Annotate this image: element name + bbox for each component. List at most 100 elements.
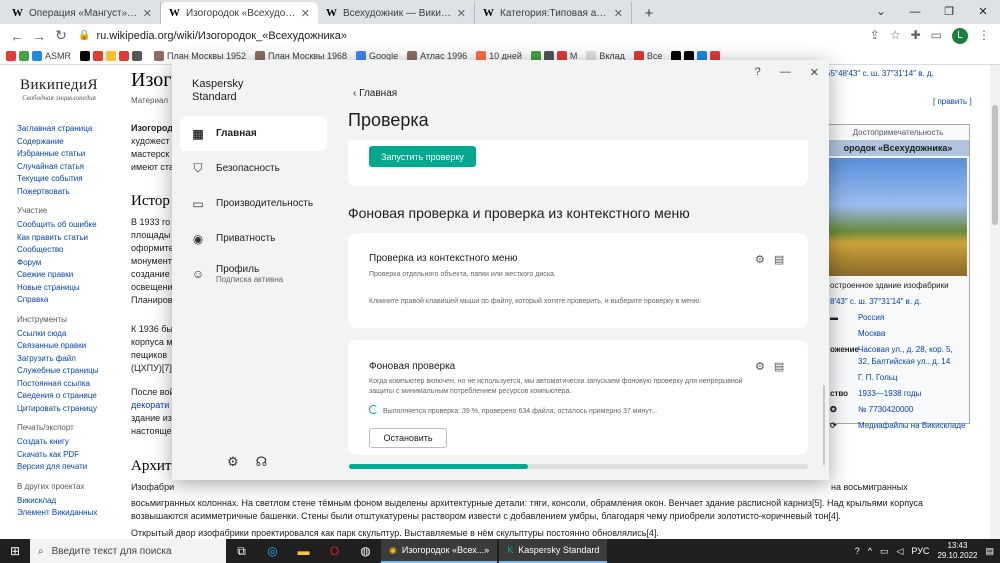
sidebar-link[interactable]: Служебные страницы xyxy=(17,365,117,378)
taskbar-search[interactable]: ⌕ Введите текст для поиска xyxy=(30,539,226,563)
wikipedia-logo[interactable]: ВикипедиЯ Свободная энциклопедия xyxy=(14,77,104,102)
sidebar-link[interactable]: Элемент Викиданных xyxy=(17,507,117,520)
sidebar-link[interactable]: Сведения о странице xyxy=(17,390,117,403)
nav-item-home[interactable]: ▦ Главная xyxy=(180,116,327,151)
task-view-icon[interactable]: ⧉ xyxy=(226,544,257,559)
nav-item-performance[interactable]: ▭ Производительность xyxy=(180,186,327,221)
opera-icon[interactable]: O xyxy=(319,544,350,558)
stop-scan-button[interactable]: Остановить xyxy=(369,428,447,448)
infobox-build[interactable]: 1933—1938 годы xyxy=(858,388,966,400)
infobox-egrn[interactable]: № 7730420000 xyxy=(858,404,966,416)
explorer-folder-icon[interactable]: ▬ xyxy=(288,544,319,558)
forward-arrow-icon[interactable]: → xyxy=(28,28,50,44)
bookmark-item[interactable]: 10 дней xyxy=(476,50,522,61)
infobox-coords[interactable]: 8′43″ с. ш. 37°31′14″ в. д. xyxy=(827,294,969,310)
bookmark-item[interactable]: Атлас 1996 xyxy=(407,50,467,61)
settings-gear-icon[interactable]: ⚙ xyxy=(755,360,765,373)
close-tab-icon[interactable]: ✕ xyxy=(614,7,623,20)
sidebar-link[interactable]: Случайная статья xyxy=(17,161,117,174)
edge-icon[interactable]: ◎ xyxy=(257,544,288,558)
sidebar-link[interactable]: Избранные статьи xyxy=(17,148,117,161)
tab-search-icon[interactable]: ⌄ xyxy=(864,0,898,24)
browser-tab[interactable]: W Операция «Мангуст» — Википе ✕ xyxy=(4,2,161,24)
report-document-icon[interactable]: ▤ xyxy=(774,360,784,373)
bookmark-item[interactable]: План Москвы 1968 xyxy=(255,50,347,61)
infobox-country[interactable]: Россия xyxy=(858,312,966,324)
reload-icon[interactable]: ↻ xyxy=(50,27,72,44)
close-icon[interactable]: ✕ xyxy=(810,66,819,79)
sidebar-link[interactable]: Свежие правки xyxy=(17,269,117,282)
help-icon[interactable]: ? xyxy=(755,66,761,79)
infobox-architect[interactable]: Г. П. Гольц xyxy=(858,372,966,384)
bookmark-item[interactable]: План Москвы 1952 xyxy=(154,50,246,61)
sidebar-link[interactable]: Загрузить файл xyxy=(17,353,117,366)
taskbar-app-chrome[interactable]: ◉ Изогородок «Всех...» xyxy=(381,539,498,563)
kaspersky-scrollbar[interactable] xyxy=(823,385,825,465)
sidebar-link[interactable]: Постоянная ссылка xyxy=(17,378,117,391)
sidebar-link[interactable]: Цитировать страницу xyxy=(17,403,117,416)
close-tab-icon[interactable]: ✕ xyxy=(457,7,466,20)
extensions-icon[interactable]: ✚ xyxy=(911,28,921,44)
infobox-city[interactable]: Москва xyxy=(858,328,966,340)
bookmark-item[interactable] xyxy=(80,50,145,61)
url-field[interactable]: ru.wikipedia.org/wiki/Изогородок_«Всехуд… xyxy=(96,30,869,42)
report-document-icon[interactable]: ▤ xyxy=(774,253,784,266)
sidebar-link[interactable]: Сообщество xyxy=(17,244,117,257)
browser-tab[interactable]: W Категория:Типовая архитектура ✕ xyxy=(475,2,632,24)
help-icon[interactable]: ? xyxy=(855,546,860,556)
browser-tab-active[interactable]: W Изогородок «Всехудожника» ✕ xyxy=(161,2,318,24)
sidebar-link[interactable]: Версия для печати xyxy=(17,461,117,474)
volume-icon[interactable]: ◁ xyxy=(896,546,903,557)
sidebar-link[interactable]: Ссылки сюда xyxy=(17,328,117,341)
language-indicator[interactable]: РУС xyxy=(911,546,929,556)
new-tab-button[interactable]: + xyxy=(638,2,660,24)
sidebar-link[interactable]: Текущие события xyxy=(17,173,117,186)
sidebar-link[interactable]: Скачать как PDF xyxy=(17,449,117,462)
sidebar-link[interactable]: Сообщить об ошибке xyxy=(17,219,117,232)
infobox-media[interactable]: Медиафайлы на Викискладе xyxy=(858,420,966,432)
bookmark-item[interactable]: ASMR xyxy=(6,50,71,61)
scrollbar-thumb[interactable] xyxy=(992,105,998,225)
tray-expand-icon[interactable]: ^ xyxy=(868,546,872,556)
back-link[interactable]: ‹ Главная xyxy=(353,88,397,99)
sidebar-link[interactable]: Содержание xyxy=(17,136,117,149)
bookmark-item[interactable] xyxy=(671,50,723,61)
bookmark-star-icon[interactable]: ☆ xyxy=(890,28,901,44)
nav-item-profile[interactable]: ☺ Профиль Подписка активна xyxy=(180,256,327,291)
sidebar-link[interactable]: Пожертвовать xyxy=(17,186,117,199)
sidebar-link[interactable]: Форум xyxy=(17,257,117,270)
close-tab-icon[interactable]: ✕ xyxy=(301,7,310,20)
settings-gear-icon[interactable]: ⚙ xyxy=(755,253,765,266)
minimize-icon[interactable]: — xyxy=(898,0,932,24)
infobox-building-image[interactable] xyxy=(829,158,967,276)
infobox-address[interactable]: Часовая ул., д. 28, кор. 5, 32, Балтийск… xyxy=(858,344,966,368)
page-scrollbar[interactable] xyxy=(990,65,1000,539)
run-scan-button[interactable]: Запустить проверку xyxy=(369,146,476,167)
notifications-icon[interactable]: ▤ xyxy=(985,546,994,557)
clock[interactable]: 13:43 29.10.2022 xyxy=(937,541,977,561)
sidebar-link[interactable]: Как править статьи xyxy=(17,232,117,245)
sidebar-link[interactable]: Связанные правки xyxy=(17,340,117,353)
sidebar-icon[interactable]: ▭ xyxy=(931,28,942,44)
browser-tab[interactable]: W Всехудожник — Википедия ✕ xyxy=(318,2,475,24)
sidebar-link[interactable]: Викисклад xyxy=(17,495,117,508)
bookmark-item[interactable]: М xyxy=(530,50,577,61)
support-headset-icon[interactable]: ☊ xyxy=(256,454,268,470)
sidebar-link[interactable]: Новые страницы xyxy=(17,282,117,295)
nav-item-privacy[interactable]: ◉ Приватность xyxy=(180,221,327,256)
windows-start-icon[interactable]: ⊞ xyxy=(0,544,30,558)
settings-gear-icon[interactable]: ⚙ xyxy=(227,454,239,470)
coordinates-link[interactable]: 55°48′43″ с. ш. 37°31′14″ в. д. xyxy=(826,69,934,78)
sidebar-link[interactable]: Создать книгу xyxy=(17,436,117,449)
sidebar-link[interactable]: Справка xyxy=(17,294,117,307)
nav-item-security[interactable]: ⛉ Безопасность xyxy=(180,151,327,186)
bookmark-item[interactable]: Вклад xyxy=(586,50,625,61)
edit-link[interactable]: [ править ] xyxy=(933,97,972,106)
taskbar-app-kaspersky[interactable]: K Kaspersky Standard xyxy=(499,539,608,563)
share-icon[interactable]: ⇪ xyxy=(870,28,880,44)
bookmark-item[interactable]: Google xyxy=(356,50,398,61)
app-icon[interactable]: ◍ xyxy=(350,544,381,558)
minimize-icon[interactable]: — xyxy=(780,66,791,79)
close-tab-icon[interactable]: ✕ xyxy=(143,7,152,20)
menu-dots-icon[interactable]: ⋮ xyxy=(978,28,990,44)
